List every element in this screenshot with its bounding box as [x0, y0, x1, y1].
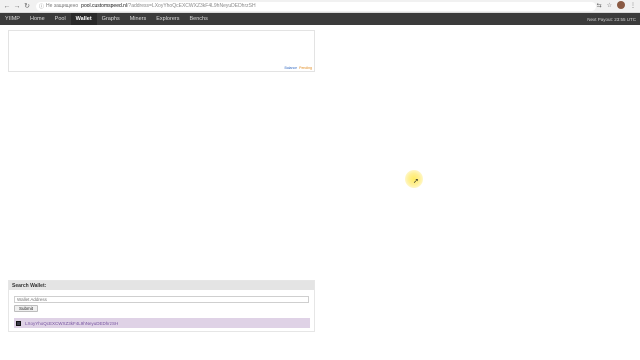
- avatar[interactable]: [617, 1, 625, 9]
- browser-toolbar: ← → ↻ ⓘ Не защищено pool.customspeed.nl/…: [0, 0, 640, 13]
- balance-chart: Balance Pending: [8, 30, 315, 72]
- star-icon[interactable]: ☆: [607, 2, 612, 9]
- wallet-address-link[interactable]: LXoyYhoQcEXCWXZ3kF4L9hNeyuDEDhrzSH: [25, 321, 118, 326]
- address-bar[interactable]: ⓘ Не защищено pool.customspeed.nl/?addre…: [36, 1, 596, 11]
- url-path: /?address=LXoyYhoQcEXCWXZ3kF4L9hNeyuDEDh…: [127, 3, 256, 9]
- nav-item-benchs[interactable]: Benchs: [184, 13, 212, 25]
- forward-icon[interactable]: →: [12, 1, 22, 11]
- nav-item-wallet[interactable]: Wallet: [70, 13, 97, 25]
- mouse-cursor-icon: ➚: [413, 178, 419, 185]
- legend-balance[interactable]: Balance: [284, 66, 297, 70]
- url-host: pool.customspeed.nl: [81, 3, 128, 9]
- nav-item-explorers[interactable]: Explorers: [151, 13, 184, 25]
- site-nav: YIIMP Home Pool Wallet Graphs Miners Exp…: [0, 13, 640, 25]
- nav-brand[interactable]: YIIMP: [0, 13, 25, 25]
- back-icon[interactable]: ←: [2, 1, 12, 11]
- nav-item-pool[interactable]: Pool: [50, 13, 71, 25]
- search-wallet-title: Search Wallet:: [9, 281, 314, 290]
- chart-legend: Balance Pending: [284, 66, 312, 70]
- legend-pending[interactable]: Pending: [299, 66, 312, 70]
- translate-icon[interactable]: ⇆: [597, 2, 602, 9]
- menu-icon[interactable]: ⋮: [630, 2, 636, 9]
- wallet-icon: [16, 320, 21, 326]
- info-icon[interactable]: ⓘ: [39, 3, 44, 10]
- browser-actions: ⇆ ☆ ⋮: [597, 1, 636, 9]
- next-payout: Next Payout: 23:55 UTC: [587, 16, 636, 22]
- nav-item-miners[interactable]: Miners: [125, 13, 152, 25]
- reload-icon[interactable]: ↻: [22, 1, 32, 11]
- submit-button[interactable]: Submit: [14, 305, 38, 312]
- wallet-result-row[interactable]: LXoyYhoQcEXCWXZ3kF4L9hNeyuDEDhrzSH: [14, 318, 310, 328]
- insecure-label: Не защищено: [46, 3, 79, 9]
- nav-item-home[interactable]: Home: [25, 13, 50, 25]
- nav-item-graphs[interactable]: Graphs: [97, 13, 125, 25]
- wallet-address-input[interactable]: [14, 296, 309, 303]
- url-text: pool.customspeed.nl/?address=LXoyYhoQcEX…: [81, 3, 255, 9]
- search-wallet-panel: Search Wallet: Submit LXoyYhoQcEXCWXZ3kF…: [8, 280, 315, 332]
